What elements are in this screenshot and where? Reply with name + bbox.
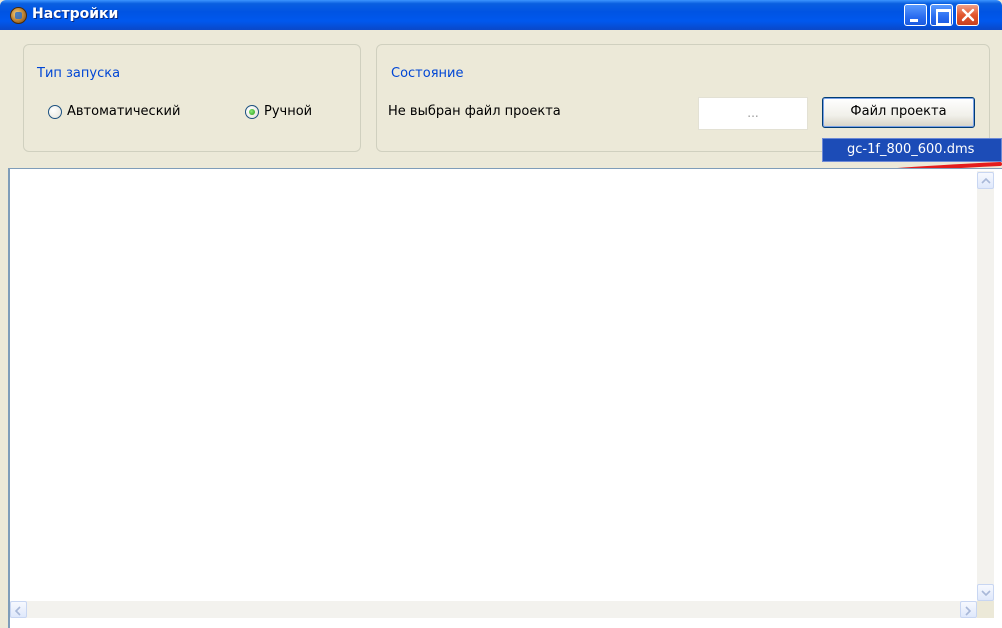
window-title: Настройки <box>32 6 119 22</box>
project-path-field[interactable]: ... <box>698 97 808 130</box>
project-file-button[interactable]: Файл проекта <box>822 97 975 128</box>
vertical-scrollbar[interactable] <box>977 171 994 601</box>
chevron-right-icon <box>965 606 972 616</box>
launch-type-group <box>23 44 361 152</box>
scroll-right-button[interactable] <box>960 601 977 618</box>
resize-grip-icon[interactable] <box>977 601 994 618</box>
maximize-button[interactable] <box>930 4 953 26</box>
close-icon <box>961 8 975 22</box>
chevron-up-icon <box>981 177 991 184</box>
radio-manual-label: Ручной <box>264 104 313 119</box>
minimize-button[interactable] <box>904 4 927 26</box>
radio-manual[interactable]: Ручной <box>245 104 312 119</box>
scroll-up-button[interactable] <box>977 172 994 189</box>
radio-automatic-label: Автоматический <box>67 104 181 119</box>
horizontal-scrollbar[interactable] <box>10 601 977 618</box>
close-button[interactable] <box>956 4 979 26</box>
launch-type-legend: Тип запуска <box>34 66 124 81</box>
settings-window: Настройки Тип запуска Автоматический Руч… <box>0 0 1002 628</box>
state-legend: Состояние <box>388 66 467 81</box>
radio-manual-circle[interactable] <box>245 104 259 119</box>
content-area[interactable] <box>8 168 1002 628</box>
chevron-left-icon <box>14 606 21 616</box>
scroll-down-button[interactable] <box>977 584 994 601</box>
title-bar[interactable]: Настройки <box>0 0 1002 30</box>
app-icon <box>10 7 27 24</box>
project-status-text: Не выбран файл проекта <box>388 104 561 119</box>
scroll-left-button[interactable] <box>10 601 27 618</box>
radio-automatic-circle[interactable] <box>48 104 62 119</box>
project-file-menu-item[interactable]: gc-1f_800_600.dms <box>822 138 1002 162</box>
chevron-down-icon <box>981 590 991 597</box>
radio-automatic[interactable]: Автоматический <box>48 104 180 119</box>
